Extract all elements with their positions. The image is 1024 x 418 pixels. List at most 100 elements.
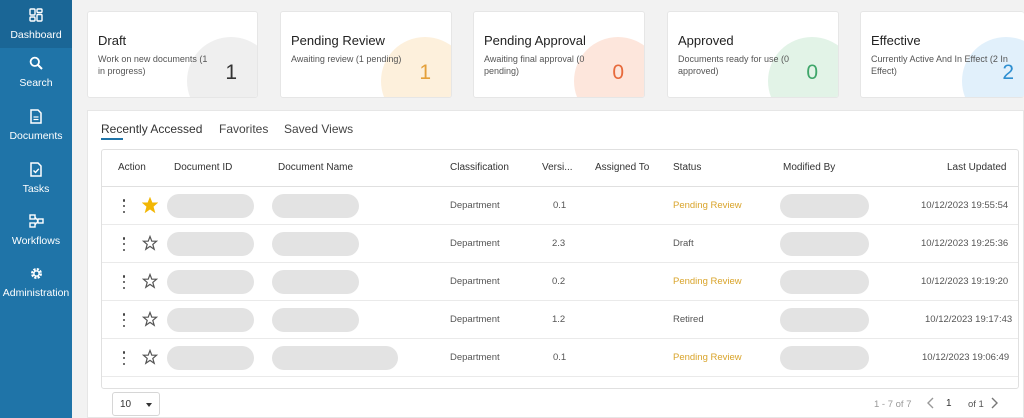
- sidebar-item-label: Search: [19, 77, 53, 89]
- version-cell: 2.3: [552, 238, 566, 249]
- chevron-down-icon: [146, 403, 152, 407]
- column-header-document-id[interactable]: Document ID: [174, 162, 232, 173]
- sidebar-item-dashboard[interactable]: Dashboard: [0, 0, 72, 48]
- tab-saved-views[interactable]: Saved Views: [284, 122, 353, 136]
- document-id-redacted: [167, 270, 254, 294]
- sidebar-item-label: Tasks: [22, 183, 50, 195]
- row-menu-icon[interactable]: [121, 199, 127, 213]
- last-updated-cell: 10/12/2023 19:19:20: [921, 276, 1009, 287]
- summary-card-approved[interactable]: Approved Documents ready for use (0 appr…: [667, 11, 839, 98]
- document-name-redacted: [272, 232, 359, 256]
- classification-cell: Department: [450, 238, 500, 249]
- card-count: 2: [1002, 61, 1014, 84]
- summary-card-effective[interactable]: Effective Currently Active And In Effect…: [860, 11, 1024, 98]
- column-header-version[interactable]: Versi...: [542, 162, 574, 173]
- favorite-star-filled-icon[interactable]: [142, 197, 158, 213]
- row-menu-icon[interactable]: [121, 275, 127, 289]
- page-size-value: 10: [120, 399, 132, 410]
- document-name-redacted: [272, 308, 359, 332]
- sidebar-item-administration[interactable]: Administration: [0, 265, 72, 299]
- table-row[interactable]: Department 0.1 Pending Review 10/12/2023…: [102, 187, 1018, 225]
- document-icon: [28, 108, 44, 124]
- last-updated-cell: 10/12/2023 19:06:49: [922, 352, 1010, 363]
- version-cell: 0.1: [553, 200, 567, 211]
- sidebar-item-label: Dashboard: [10, 29, 62, 41]
- modified-by-redacted: [780, 346, 869, 370]
- row-menu-icon[interactable]: [121, 237, 127, 251]
- row-menu-icon[interactable]: [121, 351, 127, 365]
- search-icon: [28, 55, 44, 71]
- card-count: 0: [806, 61, 818, 84]
- status-cell: Draft: [673, 238, 694, 249]
- table-row[interactable]: Department 2.3 Draft 10/12/2023 19:25:36: [102, 225, 1018, 263]
- card-title: Approved: [678, 33, 734, 48]
- table-row[interactable]: Department 1.2 Retired 10/12/2023 19:17:…: [102, 301, 1018, 339]
- column-header-action: Action: [118, 162, 146, 173]
- sidebar-item-workflows[interactable]: Workflows: [0, 213, 72, 247]
- favorite-star-outline-icon[interactable]: [142, 349, 158, 365]
- card-title: Pending Review: [291, 33, 385, 48]
- documents-table: Action Document ID Document Name Classif…: [101, 149, 1019, 389]
- summary-card-pending-review[interactable]: Pending Review Awaiting review (1 pendin…: [280, 11, 452, 98]
- document-id-redacted: [167, 346, 254, 370]
- column-header-last-updated[interactable]: Last Updated: [947, 162, 1007, 173]
- classification-cell: Department: [450, 314, 500, 325]
- card-count: 0: [612, 61, 624, 84]
- column-header-assigned-to[interactable]: Assigned To: [595, 162, 649, 173]
- card-count: 1: [225, 61, 237, 84]
- current-page[interactable]: 1: [946, 398, 952, 409]
- summary-card-pending-approval[interactable]: Pending Approval Awaiting final approval…: [473, 11, 645, 98]
- favorite-star-outline-icon[interactable]: [142, 273, 158, 289]
- classification-cell: Department: [450, 352, 500, 363]
- modified-by-redacted: [780, 308, 869, 332]
- row-menu-icon[interactable]: [121, 313, 127, 327]
- pagination-range: 1 - 7 of 7: [874, 399, 912, 410]
- document-name-redacted: [272, 270, 359, 294]
- sidebar-item-search[interactable]: Search: [0, 55, 72, 89]
- modified-by-redacted: [780, 232, 869, 256]
- column-header-document-name[interactable]: Document Name: [278, 162, 353, 173]
- card-description: Awaiting review (1 pending): [291, 54, 402, 64]
- sidebar-item-label: Documents: [9, 130, 63, 142]
- last-updated-cell: 10/12/2023 19:25:36: [921, 238, 1009, 249]
- version-cell: 1.2: [552, 314, 566, 325]
- table-row[interactable]: Department 0.2 Pending Review 10/12/2023…: [102, 263, 1018, 301]
- status-cell: Pending Review: [673, 352, 742, 363]
- column-header-status[interactable]: Status: [673, 162, 701, 173]
- dashboard-icon: [28, 7, 44, 23]
- card-title: Effective: [871, 33, 921, 48]
- favorite-star-outline-icon[interactable]: [142, 235, 158, 251]
- tab-favorites[interactable]: Favorites: [219, 122, 268, 136]
- sidebar-item-tasks[interactable]: Tasks: [0, 161, 72, 195]
- card-title: Draft: [98, 33, 127, 48]
- column-header-classification[interactable]: Classification: [450, 162, 509, 173]
- chevron-left-icon[interactable]: [924, 396, 938, 410]
- version-cell: 0.2: [552, 276, 566, 287]
- sidebar-item-documents[interactable]: Documents: [0, 108, 72, 142]
- tab-recently-accessed[interactable]: Recently Accessed: [101, 122, 202, 136]
- last-updated-cell: 10/12/2023 19:55:54: [921, 200, 1009, 211]
- document-id-redacted: [167, 308, 254, 332]
- card-description: Documents ready for use (0 approved): [678, 54, 790, 76]
- sidebar-item-label: Administration: [2, 287, 70, 299]
- chevron-right-icon[interactable]: [987, 396, 1001, 410]
- modified-by-redacted: [780, 270, 869, 294]
- card-description: Currently Active And In Effect (2 In Eff…: [871, 54, 1008, 76]
- summary-card-draft[interactable]: Draft Work on new documents (1 in progre…: [87, 11, 258, 98]
- documents-panel: Recently Accessed Favorites Saved Views …: [87, 110, 1024, 418]
- workflow-icon: [28, 213, 44, 229]
- card-description: Awaiting final approval (0 pending): [484, 54, 585, 76]
- table-row[interactable]: Department 0.1 Pending Review 10/12/2023…: [102, 339, 1018, 377]
- classification-cell: Department: [450, 276, 500, 287]
- column-header-modified-by[interactable]: Modified By: [783, 162, 835, 173]
- page-total: of 1: [968, 399, 984, 410]
- status-cell: Retired: [673, 314, 704, 325]
- page-size-select[interactable]: 10: [112, 392, 160, 416]
- modified-by-redacted: [780, 194, 869, 218]
- favorite-star-outline-icon[interactable]: [142, 311, 158, 327]
- document-name-redacted: [272, 346, 398, 370]
- sidebar-item-label: Workflows: [11, 235, 61, 247]
- document-name-redacted: [272, 194, 359, 218]
- card-title: Pending Approval: [484, 33, 586, 48]
- status-cell: Pending Review: [673, 276, 742, 287]
